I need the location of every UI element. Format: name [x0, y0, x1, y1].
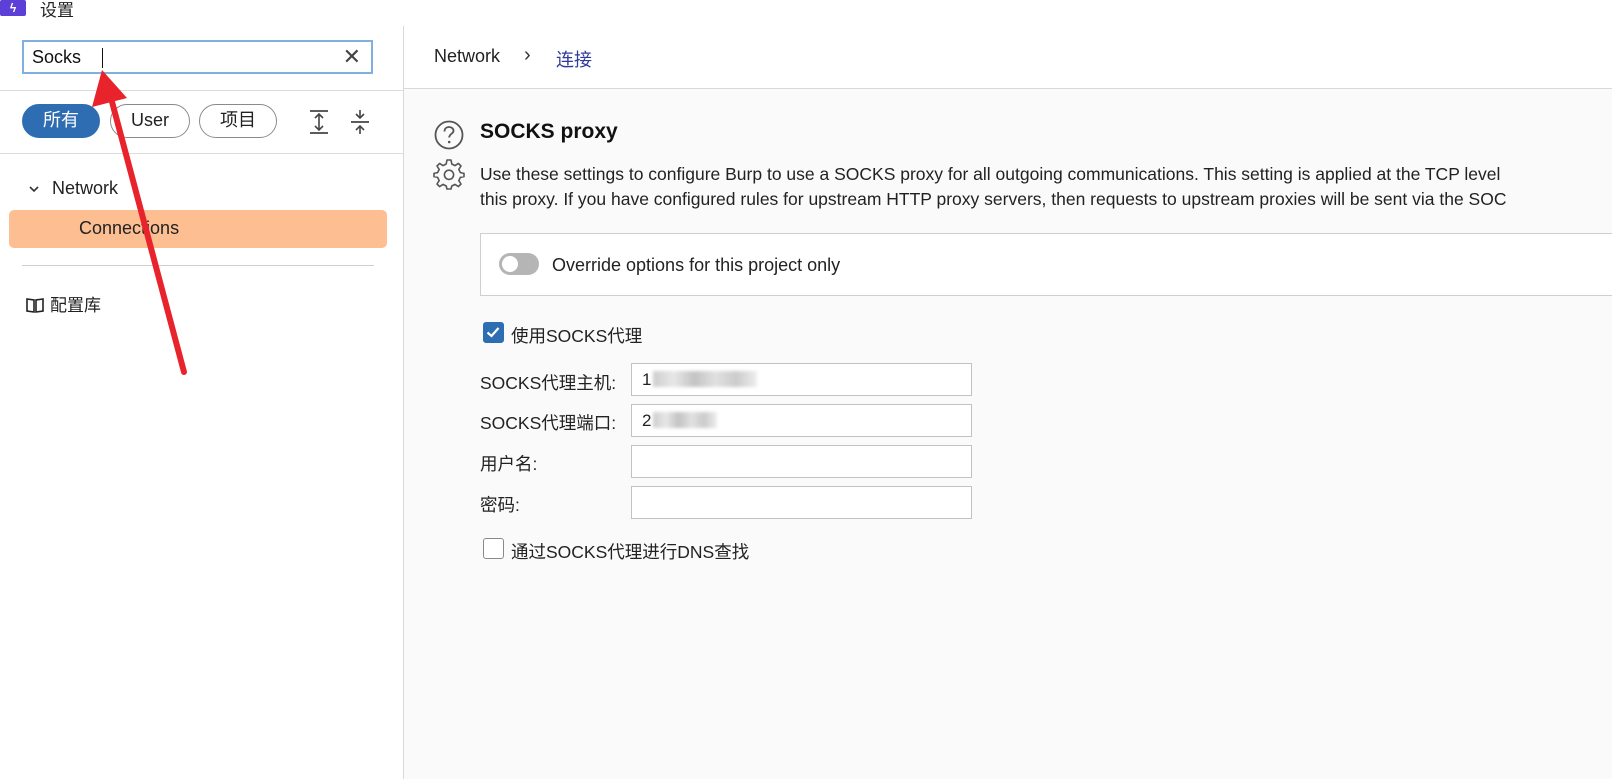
settings-content: Network › 连接 SOCKS proxy Use these setti…: [404, 26, 1612, 779]
filter-all-button[interactable]: 所有: [22, 104, 100, 138]
password-field[interactable]: [631, 486, 972, 519]
filter-user-button[interactable]: User: [110, 104, 190, 138]
text-caret: [102, 48, 103, 68]
port-field[interactable]: 2: [631, 404, 972, 437]
host-field[interactable]: 1: [631, 363, 972, 396]
override-label: Override options for this project only: [552, 255, 841, 275]
tree-item-network-label: Network: [52, 178, 119, 198]
port-label: SOCKS代理端口:: [480, 413, 617, 433]
dns-via-socks-checkbox[interactable]: [483, 538, 504, 559]
search-input[interactable]: [32, 46, 332, 68]
username-label: 用户名:: [480, 454, 538, 474]
port-value-visible: 2: [642, 411, 652, 430]
filter-bar: 所有 User 项目: [0, 90, 403, 154]
window-title: 设置: [40, 1, 74, 20]
tree-item-library-label: 配置库: [50, 296, 101, 315]
password-label: 密码:: [480, 495, 520, 515]
section-title: SOCKS proxy: [480, 120, 618, 143]
description-line-2: this proxy. If you have configured rules…: [480, 189, 1507, 209]
chevron-right-icon: ›: [524, 44, 531, 66]
close-icon[interactable]: ✕: [343, 44, 361, 70]
dns-via-socks-label: 通过SOCKS代理进行DNS查找: [511, 542, 750, 562]
toggle-knob: [502, 256, 518, 272]
app-logo-icon: ϟ: [0, 0, 26, 16]
collapse-all-icon[interactable]: [348, 109, 372, 135]
sidebar-divider: [22, 265, 374, 266]
tree-item-network[interactable]: Network: [28, 178, 118, 199]
breadcrumb-network[interactable]: Network: [434, 46, 500, 67]
use-socks-checkbox[interactable]: [483, 322, 504, 343]
chevron-down-icon[interactable]: [28, 184, 40, 194]
help-icon[interactable]: [433, 119, 465, 151]
username-field[interactable]: [631, 445, 972, 478]
breadcrumb: Network › 连接: [404, 26, 1612, 89]
breadcrumb-current: 连接: [556, 50, 592, 70]
port-value: 2: [642, 411, 718, 431]
host-value: 1: [642, 370, 758, 390]
book-icon: [26, 298, 44, 313]
gear-icon[interactable]: [433, 158, 465, 190]
tree-item-connections[interactable]: Connections: [9, 210, 387, 248]
section-description: Use these settings to configure Burp to …: [480, 162, 1612, 212]
expand-all-icon[interactable]: [307, 109, 331, 135]
redacted-value: [653, 371, 758, 387]
search-box[interactable]: ✕: [22, 40, 373, 74]
host-value-visible: 1: [642, 370, 652, 389]
description-line-1: Use these settings to configure Burp to …: [480, 164, 1501, 184]
check-icon: [486, 327, 500, 338]
filter-project-button[interactable]: 项目: [199, 104, 277, 138]
tree-item-connections-label: Connections: [79, 218, 180, 238]
title-bar: ϟ 设置: [0, 0, 1612, 22]
tree-item-library[interactable]: 配置库: [26, 291, 101, 316]
host-label: SOCKS代理主机:: [480, 373, 617, 393]
override-panel: Override options for this project only: [480, 233, 1612, 296]
redacted-value: [653, 412, 718, 428]
use-socks-label: 使用SOCKS代理: [511, 326, 643, 346]
settings-sidebar: ✕ 所有 User 项目 Network Connections 配置库: [0, 26, 404, 779]
override-toggle[interactable]: [499, 253, 539, 275]
